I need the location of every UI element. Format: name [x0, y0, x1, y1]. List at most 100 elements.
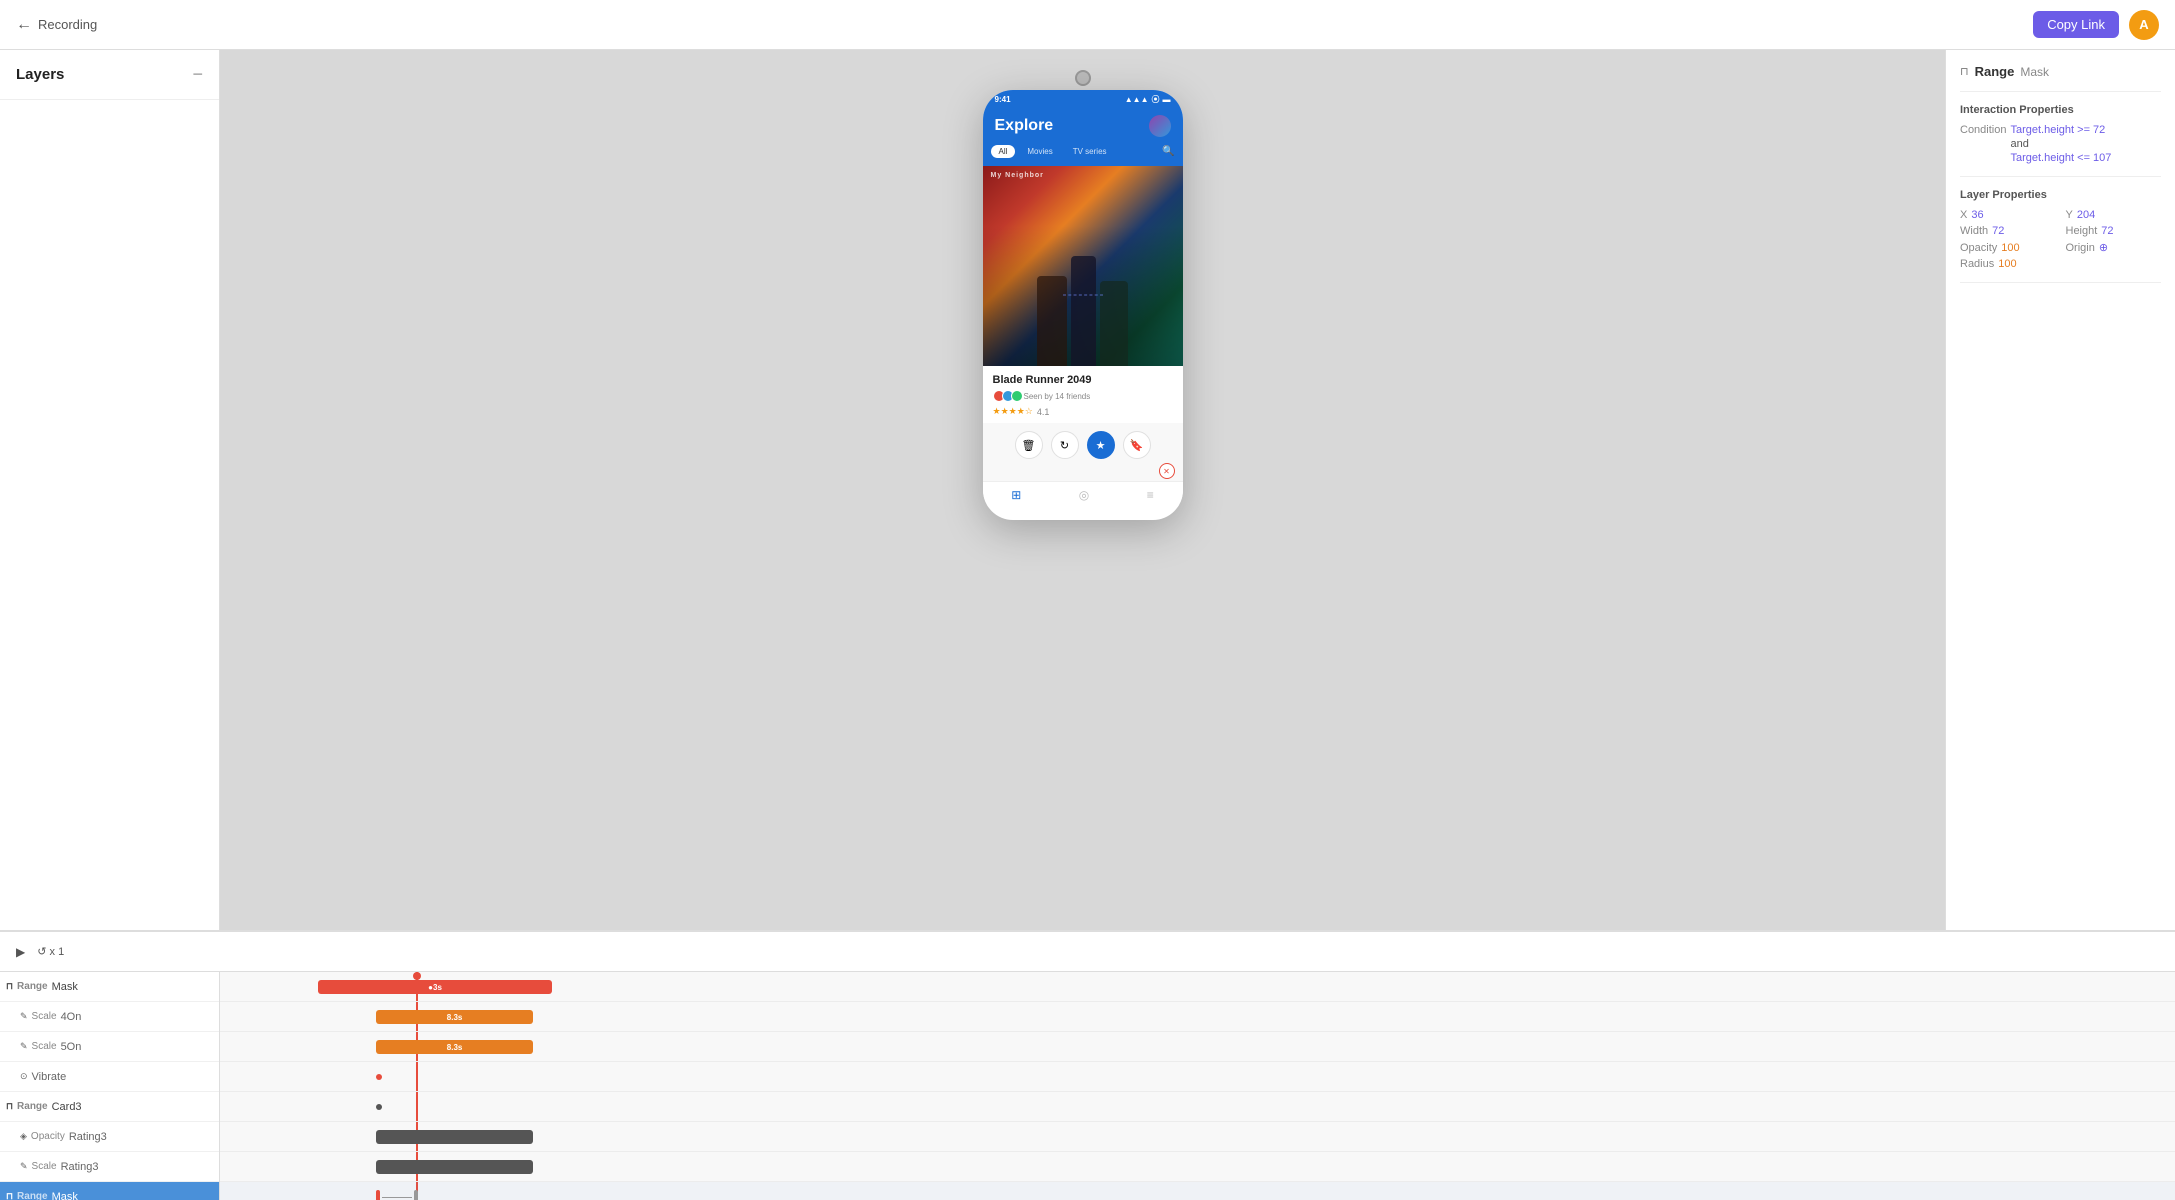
rating-value: 4.1 — [1037, 407, 1050, 417]
bar-label-2: 8.3s — [444, 1013, 466, 1022]
origin-prop: Origin ⊕ — [2066, 241, 2162, 254]
movie-info: Blade Runner 2049 Seen by 14 friends ★★★… — [983, 366, 1183, 423]
movie-friends: Seen by 14 friends — [993, 390, 1173, 402]
tl-row-range-card3[interactable]: ⊓ Range Card3 — [0, 1092, 219, 1122]
timeline-content: ⊓ Range Mask ✎ Scale 4On ✎ Scale 5On ⊙ V… — [0, 972, 2175, 1200]
range-panel-icon: ⊓ — [1960, 65, 1969, 78]
scale-icon-1: ✎ — [20, 1011, 28, 1022]
y-value[interactable]: 204 — [2077, 209, 2095, 221]
timeline-labels: ⊓ Range Mask ✎ Scale 4On ✎ Scale 5On ⊙ V… — [0, 972, 220, 1200]
right-panel-header: ⊓ Range Mask — [1960, 64, 2161, 79]
tl-row-scale-4on[interactable]: ✎ Scale 4On — [0, 1002, 219, 1032]
range-panel-name: Mask — [2020, 65, 2049, 79]
phone-frame: 9:41 ▲▲▲ ⦿ ▬ Explore All — [983, 90, 1183, 520]
timeline-tracks: ●3s 8.3s 8.3s — [220, 972, 2175, 1200]
avatar: A — [2129, 10, 2159, 40]
bookmark-button[interactable]: 🔖 — [1123, 431, 1151, 459]
handle-circle[interactable] — [1075, 70, 1091, 86]
scale-icon-2: ✎ — [20, 1041, 28, 1052]
top-bar-left: ← Recording — [16, 16, 97, 34]
nav-menu-icon[interactable]: ≡ — [1147, 488, 1154, 502]
delete-button[interactable]: 🗑 — [1015, 431, 1043, 459]
bar-opacity-rating3[interactable] — [376, 1130, 532, 1144]
scale-icon-3: ✎ — [20, 1161, 28, 1172]
signal-icon: ▲▲▲ — [1125, 95, 1149, 104]
phone-status-bar: 9:41 ▲▲▲ ⦿ ▬ — [983, 90, 1183, 109]
phone-header: Explore — [983, 109, 1183, 145]
radius-label: Radius — [1960, 258, 1994, 270]
refresh-button[interactable]: ↻ — [1051, 431, 1079, 459]
track-scale-4on: 8.3s — [220, 1002, 2175, 1032]
opacity-value[interactable]: 100 — [2001, 242, 2019, 254]
timeline-area: ▶ ↺ x 1 ⊓ Range Mask ✎ Scale 4On ✎ Scale… — [0, 930, 2175, 1200]
loop-control[interactable]: ↺ x 1 — [37, 945, 64, 958]
interaction-properties: Condition Target.height >= 72 and Target… — [1960, 124, 2161, 164]
condition-and: and — [2010, 138, 2111, 150]
friend-avatars — [993, 390, 1020, 402]
timeline-toolbar: ▶ ↺ x 1 — [0, 932, 2175, 972]
filter-tabs: All Movies TV series 🔍 — [983, 145, 1183, 166]
close-overlay-button[interactable]: ✕ — [1159, 463, 1175, 479]
interaction-section-label: Interaction Properties — [1960, 104, 2161, 116]
width-value[interactable]: 72 — [1992, 225, 2004, 237]
track-vibrate — [220, 1062, 2175, 1092]
bar-label-3: 8.3s — [444, 1043, 466, 1052]
rating-row: ★★★★☆ 4.1 — [993, 406, 1173, 417]
tl-row-scale-5on[interactable]: ✎ Scale 5On — [0, 1032, 219, 1062]
height-label: Height — [2066, 225, 2098, 237]
nav-home-icon[interactable]: ⊞ — [1011, 488, 1021, 502]
movie-card: My Neighbor Blade Runner 2049 — [983, 166, 1183, 423]
play-button[interactable]: ▶ — [16, 945, 25, 959]
range-panel-title: Range — [1975, 64, 2015, 79]
filter-tvseries[interactable]: TV series — [1065, 145, 1115, 158]
friend-avatar-3 — [1011, 390, 1023, 402]
selection-markers — [376, 1190, 418, 1200]
x-prop: X 36 — [1960, 209, 2056, 221]
page-title: Recording — [38, 17, 97, 32]
wifi-icon: ⦿ — [1152, 94, 1160, 105]
movie-poster: My Neighbor — [983, 166, 1183, 366]
height-value[interactable]: 72 — [2101, 225, 2113, 237]
track-opacity-rating3 — [220, 1122, 2175, 1152]
tl-row-scale-rating3[interactable]: ✎ Scale Rating3 — [0, 1152, 219, 1182]
filter-movies[interactable]: Movies — [1019, 145, 1060, 158]
filter-all[interactable]: All — [991, 145, 1016, 158]
width-prop: Width 72 — [1960, 225, 2056, 237]
stars-icon: ★★★★☆ — [993, 406, 1033, 417]
bar-scale-4on[interactable]: 8.3s — [376, 1010, 532, 1024]
back-arrow-icon: ← — [16, 16, 32, 34]
back-button[interactable]: ← Recording — [16, 16, 97, 34]
layer-properties-grid: X 36 Y 204 Width 72 Height 72 Opacity 10… — [1960, 209, 2161, 270]
width-label: Width — [1960, 225, 1988, 237]
action-buttons: 🗑 ↻ ★ 🔖 — [983, 423, 1183, 463]
star-button[interactable]: ★ — [1087, 431, 1115, 459]
bar-scale-rating3[interactable] — [376, 1160, 532, 1174]
layers-close-icon[interactable]: − — [192, 64, 203, 85]
top-bar-right: Copy Link A — [2033, 10, 2159, 40]
track-range-mask-1: ●3s — [220, 972, 2175, 1002]
condition-line-2: Target.height <= 107 — [2010, 152, 2111, 164]
bar-range-mask-1[interactable]: ●3s — [318, 980, 553, 994]
tl-row-range-mask-selected[interactable]: ⊓ Range Mask — [0, 1182, 219, 1200]
track-range-mask-selected — [220, 1182, 2175, 1200]
resize-handle[interactable] — [1063, 294, 1103, 295]
opacity-icon: ◈ — [20, 1131, 27, 1142]
range-icon-2: ⊓ — [6, 1101, 13, 1112]
tl-row-opacity-rating3[interactable]: ◈ Opacity Rating3 — [0, 1122, 219, 1152]
nav-profile-icon[interactable]: ◎ — [1079, 488, 1089, 502]
tl-row-range-mask-1[interactable]: ⊓ Range Mask — [0, 972, 219, 1002]
copy-link-button[interactable]: Copy Link — [2033, 11, 2119, 38]
status-icons: ▲▲▲ ⦿ ▬ — [1125, 94, 1171, 105]
origin-value[interactable]: ⊕ — [2099, 241, 2108, 254]
seen-text: Seen by 14 friends — [1024, 392, 1091, 401]
layers-title: Layers — [16, 66, 64, 83]
radius-value[interactable]: 100 — [1998, 258, 2016, 270]
bar-scale-5on[interactable]: 8.3s — [376, 1040, 532, 1054]
y-prop: Y 204 — [2066, 209, 2162, 221]
tl-row-vibrate[interactable]: ⊙ Vibrate — [0, 1062, 219, 1092]
explore-title: Explore — [995, 117, 1054, 135]
track-range-card3 — [220, 1092, 2175, 1122]
x-value[interactable]: 36 — [1971, 209, 1983, 221]
search-icon[interactable]: 🔍 — [1162, 146, 1174, 157]
range-icon-3: ⊓ — [6, 1191, 13, 1200]
